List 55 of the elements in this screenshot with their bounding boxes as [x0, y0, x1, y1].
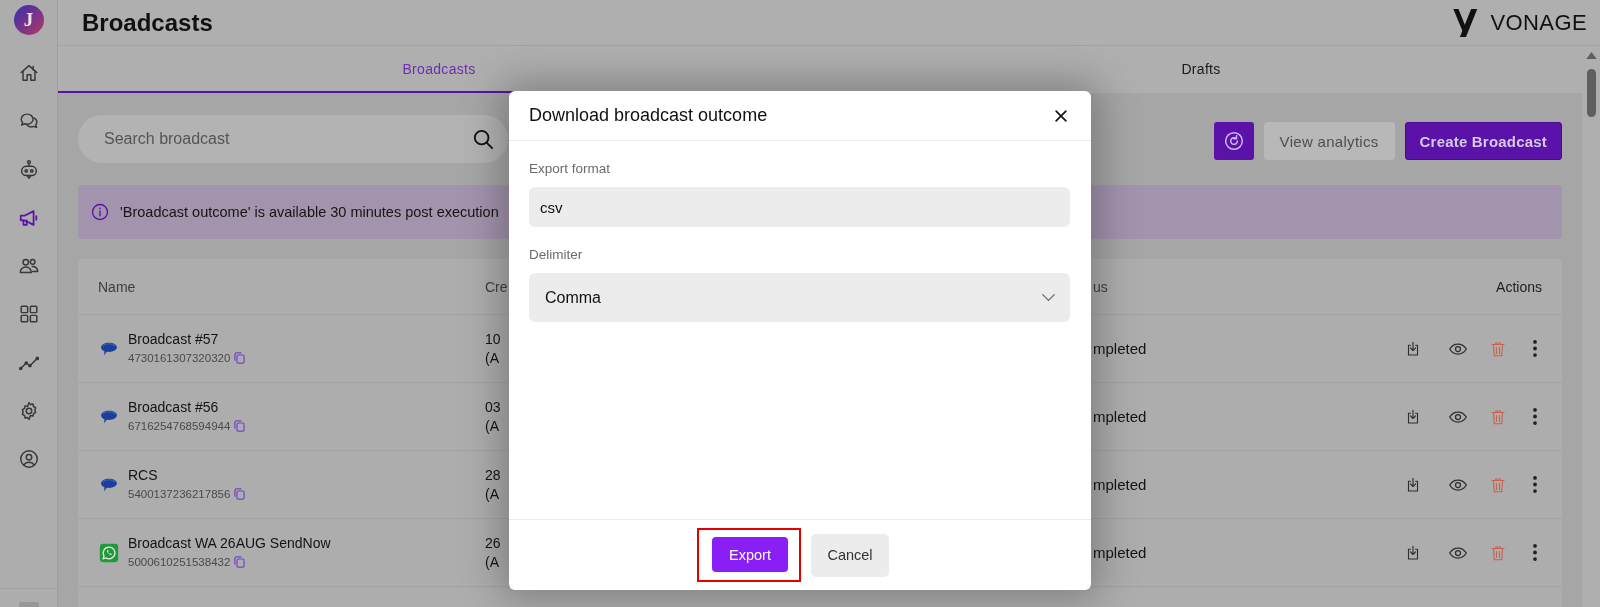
user-circle-icon[interactable]: [17, 448, 40, 471]
broadcast-name[interactable]: Broadcast #57: [128, 329, 246, 349]
tab[interactable]: Drafts: [820, 46, 1582, 93]
logo-icon: [1453, 7, 1479, 38]
broadcast-name[interactable]: Broadcast WA 26AUG SendNow: [128, 533, 331, 553]
column-header: us: [1093, 278, 1108, 295]
more-icon[interactable]: [1533, 544, 1537, 561]
banner-text: 'Broadcast outcome' is available 30 minutes post execution: [120, 204, 499, 220]
text-field[interactable]: csv: [529, 187, 1070, 227]
refresh-button[interactable]: [1213, 122, 1254, 160]
table-cell: mpleted: [1093, 476, 1147, 493]
table-cell: 28 (A: [485, 465, 501, 504]
column-header[interactable]: Name: [98, 278, 136, 295]
broadcast-id: 5000610251538432: [128, 554, 231, 570]
copy-icon[interactable]: [234, 420, 246, 432]
more-icon[interactable]: [1533, 340, 1537, 357]
field-label: Delimiter: [529, 246, 584, 263]
table-cell: 10 (A: [485, 329, 501, 368]
broadcast-name[interactable]: RCS: [128, 465, 246, 485]
broadcast-id: 5400137236217856: [128, 486, 231, 502]
secondary-button[interactable]: View analytics: [1263, 122, 1395, 160]
info-icon: [91, 203, 109, 221]
field-label: Export format: [529, 160, 612, 177]
primary-button[interactable]: Create Broadcast: [1404, 122, 1562, 160]
table-cell: mpleted: [1093, 544, 1147, 561]
column-header: Cre: [485, 278, 508, 295]
close-icon[interactable]: [1054, 108, 1068, 123]
broadcast-id: 6716254768594944: [128, 418, 231, 434]
dialog-title: Download broadcast outcome: [529, 105, 768, 126]
table-cell: 26 (A: [485, 533, 501, 572]
scroll-up-icon[interactable]: [1585, 52, 1597, 59]
table-cell: mpleted: [1093, 408, 1147, 425]
more-icon[interactable]: [1533, 476, 1537, 493]
column-header[interactable]: Actions: [1496, 278, 1542, 295]
search-icon[interactable]: [473, 129, 493, 149]
table-cell: mpleted: [1093, 340, 1147, 357]
dropdown[interactable]: Comma: [529, 273, 1070, 322]
page-title: Broadcasts: [82, 8, 213, 37]
brand-name: VONAGE: [1490, 9, 1587, 36]
chevron-down-icon: [1041, 293, 1056, 302]
copy-icon[interactable]: [234, 352, 246, 364]
broadcast-id: 4730161307320320: [128, 350, 231, 366]
phone-chat-icon: [99, 542, 119, 563]
more-icon[interactable]: [1533, 408, 1537, 425]
copy-icon[interactable]: [234, 488, 246, 500]
refresh-icon: [1223, 131, 1244, 151]
app-logo: J: [13, 5, 44, 35]
secondary-button[interactable]: Cancel: [811, 533, 889, 577]
broadcast-name[interactable]: Broadcast #56: [128, 397, 246, 417]
scrollbar-thumb[interactable]: [1586, 69, 1596, 117]
copy-icon[interactable]: [234, 556, 246, 568]
table-cell: 03 (A: [485, 397, 501, 436]
primary-button[interactable]: Export: [712, 537, 788, 572]
grid-icon[interactable]: [17, 303, 40, 326]
search-field[interactable]: Search broadcast: [78, 115, 508, 163]
